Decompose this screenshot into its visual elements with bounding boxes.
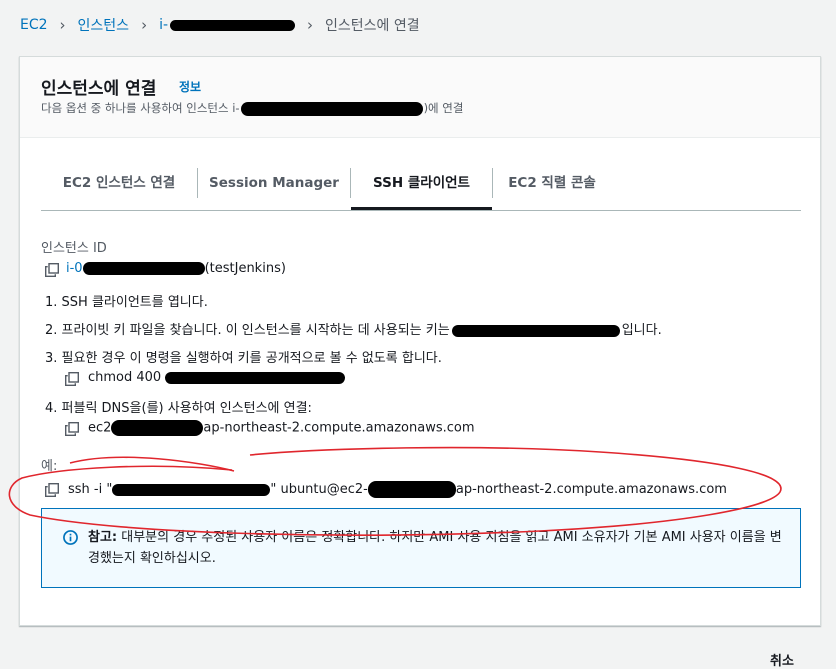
info-alert: 참고: 대부분의 경우 추정된 사용자 이름은 정확합니다. 하지만 AMI 사… [41,508,801,588]
step-3: 3. 필요한 경우 이 명령을 실행하여 키를 공개적으로 볼 수 없도록 합니… [45,351,442,366]
breadcrumb-instances[interactable]: 인스턴스 [78,15,130,35]
instance-id-link[interactable]: i-0 [66,261,83,276]
alert-message: 참고: 대부분의 경우 추정된 사용자 이름은 정확합니다. 하지만 AMI 사… [88,527,788,569]
redaction-mark [82,262,205,275]
redaction-mark [112,483,271,496]
alert-bold-label: 참고: [88,530,118,545]
instance-name: (testJenkins) [204,261,286,276]
redaction-mark [111,420,204,436]
tab-ec2-serial-console[interactable]: EC2 직렬 콘솔 [493,168,611,210]
copy-icon[interactable] [45,263,59,277]
alert-text: 대부분의 경우 추정된 사용자 이름은 정확합니다. 하지만 AMI 사용 지침… [88,530,782,566]
breadcrumb-instance-id[interactable]: i- [159,17,296,33]
redaction-mark [367,481,456,498]
connect-panel: 인스턴스에 연결 정보 다음 옵션 중 하나를 사용하여 인스턴스 i-)에 연… [19,56,821,626]
connection-tabs: EC2 인스턴스 연결 Session Manager SSH 클라이언트 EC… [41,168,801,211]
copy-icon[interactable] [65,372,79,386]
cancel-button[interactable]: 취소 [770,650,794,669]
instance-id-label: 인스턴스 ID [41,241,107,256]
tab-session-manager[interactable]: Session Manager [198,168,350,210]
tab-ec2-instance-connect[interactable]: EC2 인스턴스 연결 [41,168,197,210]
step-1: 1. SSH 클라이언트를 엽니다. [45,295,208,310]
public-dns-value: ec2 ap-northeast-2.compute.amazonaws.com [88,420,475,436]
page-title: 인스턴스에 연결 [41,79,157,99]
info-link[interactable]: 정보 [179,78,201,95]
instance-id-value: i-0 (testJenkins) [66,261,286,276]
breadcrumb-current: 인스턴스에 연결 [325,18,420,34]
chevron-right-icon: › [307,16,314,34]
redaction-mark [170,19,296,31]
example-label: 예: [41,459,58,474]
chmod-command: chmod 400 [88,370,346,385]
chevron-right-icon: › [141,16,148,34]
redaction-mark [165,371,346,384]
breadcrumb-ec2[interactable]: EC2 [20,17,48,33]
redaction-mark [451,324,620,337]
chevron-right-icon: › [59,16,66,34]
breadcrumb: EC2 › 인스턴스 › i- › 인스턴스에 연결 [20,14,420,36]
panel-description: 다음 옵션 중 하나를 사용하여 인스턴스 i-)에 연결 [41,101,464,116]
step-4: 4. 퍼블릭 DNS을(를) 사용하여 인스턴스에 연결: [45,401,312,416]
copy-icon[interactable] [45,483,59,497]
ssh-example-command: ssh -i " " ubuntu@ec2- ap-northeast-2.comp… [68,481,727,498]
panel-header: 인스턴스에 연결 정보 다음 옵션 중 하나를 사용하여 인스턴스 i-)에 연… [20,57,820,138]
info-icon [63,530,78,545]
tab-ssh-client[interactable]: SSH 클라이언트 [351,168,492,210]
step-2: 2. 프라이빗 키 파일을 찾습니다. 이 인스턴스를 시작하는 데 사용되는 … [45,323,662,338]
copy-icon[interactable] [65,422,79,436]
redaction-mark [240,101,423,116]
